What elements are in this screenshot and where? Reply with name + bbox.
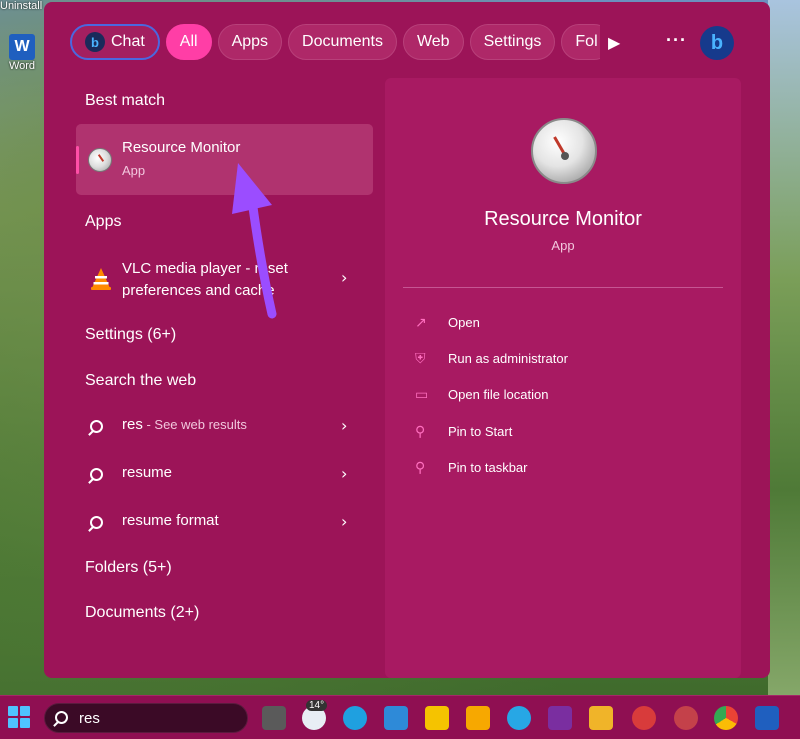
action-pin-to-taskbar[interactable]: ⚲ Pin to taskbar xyxy=(415,459,715,481)
search-icon xyxy=(90,420,103,433)
result-title-line1: VLC media player - reset xyxy=(122,260,288,277)
filter-settings[interactable]: Settings xyxy=(469,24,556,60)
best-match-result[interactable]: Resource Monitor App xyxy=(76,124,373,195)
bing-icon: b xyxy=(85,32,105,52)
word-icon: W xyxy=(9,34,35,60)
filter-label: Fol xyxy=(575,33,598,50)
windows-logo-tile xyxy=(8,718,18,728)
action-run-as-administrator[interactable]: ⛨ Run as administrator xyxy=(415,350,715,372)
filter-label: Chat xyxy=(111,33,145,50)
filter-documents[interactable]: Documents xyxy=(288,24,397,60)
resource-monitor-icon xyxy=(531,118,597,184)
start-button[interactable] xyxy=(8,706,30,728)
search-icon xyxy=(90,516,103,529)
selection-indicator xyxy=(76,146,79,174)
search-input[interactable]: res xyxy=(79,710,100,727)
action-open-file-location[interactable]: ▭ Open file location xyxy=(415,386,715,408)
action-label: Open xyxy=(448,315,480,330)
filter-web[interactable]: Web xyxy=(402,24,464,60)
pin-icon: ⚲ xyxy=(415,460,426,476)
documents-heading[interactable]: Documents (2+) xyxy=(85,604,199,622)
resource-monitor-icon xyxy=(88,148,112,172)
open-external-icon: ↗ xyxy=(415,315,427,331)
desktop-wallpaper-right xyxy=(768,0,800,700)
desktop-icon-label: Word xyxy=(8,60,36,72)
chevron-right-icon[interactable]: › xyxy=(341,268,347,287)
action-pin-to-start[interactable]: ⚲ Pin to Start xyxy=(415,423,715,445)
chevron-right-icon[interactable]: › xyxy=(341,416,347,435)
web-term: res xyxy=(122,416,143,433)
more-options-icon[interactable]: ··· xyxy=(666,30,687,51)
web-result-text: res - See web results xyxy=(122,416,247,433)
chevron-right-icon[interactable]: › xyxy=(341,464,347,483)
filter-folders[interactable]: Fol xyxy=(561,24,600,60)
onenote-icon[interactable] xyxy=(548,706,572,730)
web-term: resume format xyxy=(122,512,219,529)
preview-pane: Resource Monitor App ↗ Open ⛨ Run as adm… xyxy=(385,78,741,678)
app-icon[interactable] xyxy=(674,706,698,730)
filter-label: Apps xyxy=(231,33,269,50)
chevron-right-icon[interactable]: › xyxy=(341,512,347,531)
filter-label: All xyxy=(179,33,198,50)
result-subtitle: App xyxy=(122,163,146,178)
sticky-notes-icon[interactable] xyxy=(425,706,449,730)
filter-label: Settings xyxy=(483,33,542,50)
shield-admin-icon: ⛨ xyxy=(415,351,426,367)
best-match-heading: Best match xyxy=(85,92,166,109)
pin-icon: ⚲ xyxy=(415,424,426,440)
filter-all[interactable]: All xyxy=(165,24,212,60)
search-panel: b Chat All Apps Documents Web Settings F… xyxy=(44,2,770,678)
windows-logo-tile xyxy=(8,706,18,716)
result-title-line2: preferences and cache xyxy=(122,282,275,299)
windows-logo-tile xyxy=(20,706,30,716)
folder-icon: ▭ xyxy=(415,387,429,403)
search-icon xyxy=(90,468,103,481)
scroll-filters-right-icon[interactable]: ▶ xyxy=(608,33,620,52)
action-label: Pin to Start xyxy=(448,424,513,439)
edge-icon[interactable] xyxy=(343,706,367,730)
apps-heading: Apps xyxy=(85,213,122,230)
vlc-icon xyxy=(91,268,111,290)
settings-heading[interactable]: Settings (6+) xyxy=(85,326,176,344)
filter-apps[interactable]: Apps xyxy=(217,24,283,60)
filter-chat[interactable]: b Chat xyxy=(70,24,160,60)
folders-heading[interactable]: Folders (5+) xyxy=(85,559,172,577)
filter-bar: b Chat All Apps Documents Web Settings F… xyxy=(70,24,600,62)
filter-label: Web xyxy=(416,33,450,50)
preview-title: Resource Monitor xyxy=(484,208,642,230)
action-label: Run as administrator xyxy=(448,351,568,366)
word-icon[interactable] xyxy=(755,706,779,730)
desktop-icon-word[interactable]: W Word xyxy=(2,34,42,72)
web-result-resume-format[interactable]: resume format xyxy=(90,510,365,538)
remote-desktop-icon[interactable] xyxy=(384,706,408,730)
desktop-icon-label-uninstall: Uninstall xyxy=(0,0,43,12)
windows-logo-tile xyxy=(20,718,30,728)
file-explorer-icon[interactable] xyxy=(589,706,613,730)
recorder-icon[interactable] xyxy=(632,706,656,730)
telegram-icon[interactable] xyxy=(507,706,531,730)
gauge-hub xyxy=(561,152,569,160)
result-title: Resource Monitor xyxy=(122,139,241,156)
action-open[interactable]: ↗ Open xyxy=(415,314,715,336)
web-result-resume[interactable]: resume xyxy=(90,462,365,490)
web-result-res[interactable]: res - See web results xyxy=(90,414,365,442)
web-suffix: - See web results xyxy=(142,417,247,432)
search-icon xyxy=(55,711,68,724)
filter-label: Documents xyxy=(302,33,383,50)
bing-chat-button[interactable]: b xyxy=(700,26,734,60)
divider xyxy=(403,287,723,288)
preview-subtitle: App xyxy=(551,238,575,253)
keep-icon[interactable] xyxy=(466,706,490,730)
action-label: Pin to taskbar xyxy=(448,460,528,475)
action-label: Open file location xyxy=(448,387,549,402)
web-term: resume xyxy=(122,464,173,481)
task-view-icon[interactable] xyxy=(262,706,286,730)
search-web-heading: Search the web xyxy=(85,372,197,389)
weather-temperature: 14° xyxy=(306,700,328,711)
taskbar-search-box[interactable]: res xyxy=(44,703,248,733)
chrome-icon[interactable] xyxy=(714,706,738,730)
taskbar: res 14° xyxy=(0,695,800,739)
